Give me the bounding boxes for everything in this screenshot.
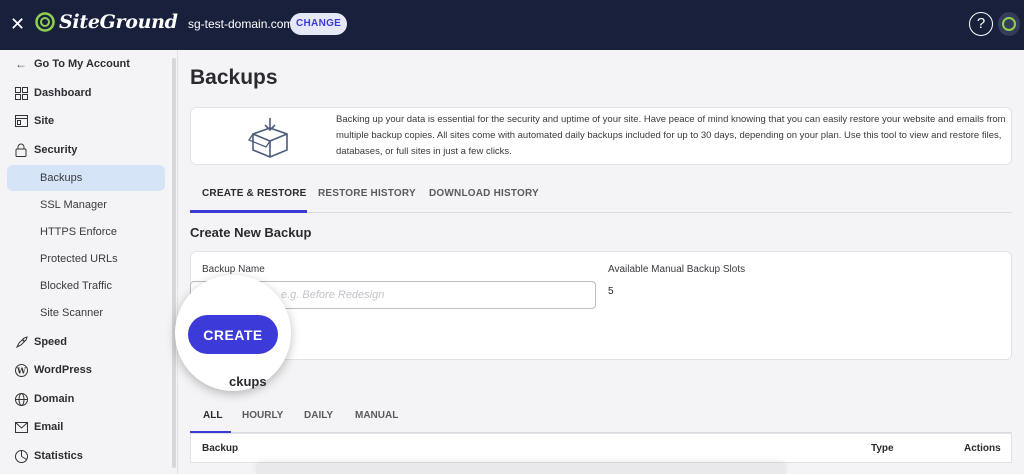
tab-download-history[interactable]: DOWNLOAD HISTORY bbox=[429, 188, 539, 199]
siteground-logo[interactable]: SiteGround bbox=[35, 11, 178, 33]
sidebar-item-domain[interactable]: Domain bbox=[14, 389, 74, 409]
manage-backups-title: ckups bbox=[229, 374, 267, 389]
sidebar-subitem-protected-urls[interactable]: Protected URLs bbox=[40, 249, 118, 269]
sidebar-item-label: Statistics bbox=[34, 450, 83, 462]
create-backup-title: Create New Backup bbox=[190, 225, 312, 240]
sidebar-subitem-ssl-manager[interactable]: SSL Manager bbox=[40, 195, 107, 215]
sidebar-item-label: Site bbox=[34, 115, 55, 127]
sidebar-item-label: Domain bbox=[34, 393, 75, 405]
sidebar-item-site[interactable]: Site bbox=[14, 111, 54, 131]
page-title: Backups bbox=[190, 66, 278, 89]
sidebar-item-label: Speed bbox=[34, 336, 68, 348]
tab-restore-history[interactable]: RESTORE HISTORY bbox=[318, 188, 416, 199]
filter-tab-manual[interactable]: MANUAL bbox=[355, 410, 398, 421]
sidebar-item-speed[interactable]: Speed bbox=[14, 332, 67, 352]
siteground-logo-icon bbox=[35, 12, 55, 32]
sidebar-subitem-blocked-traffic[interactable]: Blocked Traffic bbox=[40, 276, 112, 296]
sidebar-subitem-backups[interactable]: Backups bbox=[40, 168, 82, 188]
sidebar-active-highlight bbox=[7, 165, 165, 191]
filter-tab-hourly[interactable]: HOURLY bbox=[242, 410, 283, 421]
slots-label: Available Manual Backup Slots bbox=[608, 264, 746, 275]
backup-info-text: Backing up your data is essential for th… bbox=[336, 114, 1006, 157]
site-domain: sg-test-domain.com bbox=[188, 17, 294, 31]
go-to-my-account-label: Go To My Account bbox=[34, 58, 130, 70]
bottom-panel bbox=[256, 463, 786, 474]
close-icon[interactable]: ✕ bbox=[10, 14, 25, 34]
active-tab-indicator bbox=[190, 210, 307, 213]
sidebar-subitem-site-scanner[interactable]: Site Scanner bbox=[40, 303, 103, 323]
filter-tab-daily[interactable]: DAILY bbox=[304, 410, 333, 421]
filter-tab-all[interactable]: ALL bbox=[203, 410, 222, 421]
chart-icon bbox=[14, 449, 28, 463]
sidebar-item-statistics[interactable]: Statistics bbox=[14, 446, 83, 466]
sidebar-subitem-https-enforce[interactable]: HTTPS Enforce bbox=[40, 222, 117, 242]
arrow-left-icon: ← bbox=[15, 57, 27, 71]
envelope-icon bbox=[14, 420, 28, 434]
lock-icon bbox=[14, 143, 28, 157]
sidebar-item-label: Email bbox=[34, 421, 64, 433]
go-to-my-account-link[interactable]: ← Go To My Account bbox=[14, 54, 130, 74]
tabs-bar bbox=[190, 176, 1012, 213]
slots-value: 5 bbox=[608, 286, 614, 297]
wordpress-icon: W bbox=[14, 363, 28, 377]
create-button[interactable]: CREATE bbox=[188, 315, 278, 354]
backup-name-label: Backup Name bbox=[202, 264, 265, 275]
sidebar-item-wordpress[interactable]: W WordPress bbox=[14, 360, 92, 380]
grid-icon bbox=[14, 86, 28, 100]
globe-icon bbox=[14, 392, 28, 406]
sidebar-item-label: Security bbox=[34, 144, 78, 156]
avatar[interactable] bbox=[998, 12, 1020, 36]
sidebar-item-label: WordPress bbox=[34, 364, 92, 376]
help-icon[interactable]: ? bbox=[969, 12, 993, 36]
top-bar: ✕ SiteGround sg-test-domain.com CHANGE ? bbox=[0, 0, 1024, 50]
sidebar-item-label: Dashboard bbox=[34, 87, 92, 99]
rocket-icon bbox=[14, 335, 28, 349]
column-header-type[interactable]: Type bbox=[871, 443, 894, 454]
avatar-logo-icon bbox=[1002, 17, 1016, 31]
column-header-backup[interactable]: Backup bbox=[202, 443, 238, 454]
box-icon bbox=[248, 118, 288, 158]
site-icon bbox=[14, 114, 28, 128]
sidebar-item-dashboard[interactable]: Dashboard bbox=[14, 83, 91, 103]
sidebar-item-email[interactable]: Email bbox=[14, 417, 63, 437]
sidebar-item-security[interactable]: Security bbox=[14, 140, 77, 160]
change-site-button[interactable]: CHANGE bbox=[290, 13, 348, 35]
tab-create-restore[interactable]: CREATE & RESTORE bbox=[202, 188, 307, 199]
brand-name: SiteGround bbox=[59, 11, 178, 33]
column-header-actions: Actions bbox=[964, 443, 1001, 454]
sidebar-scrollbar[interactable] bbox=[172, 58, 176, 468]
svg-text:W: W bbox=[16, 365, 27, 375]
